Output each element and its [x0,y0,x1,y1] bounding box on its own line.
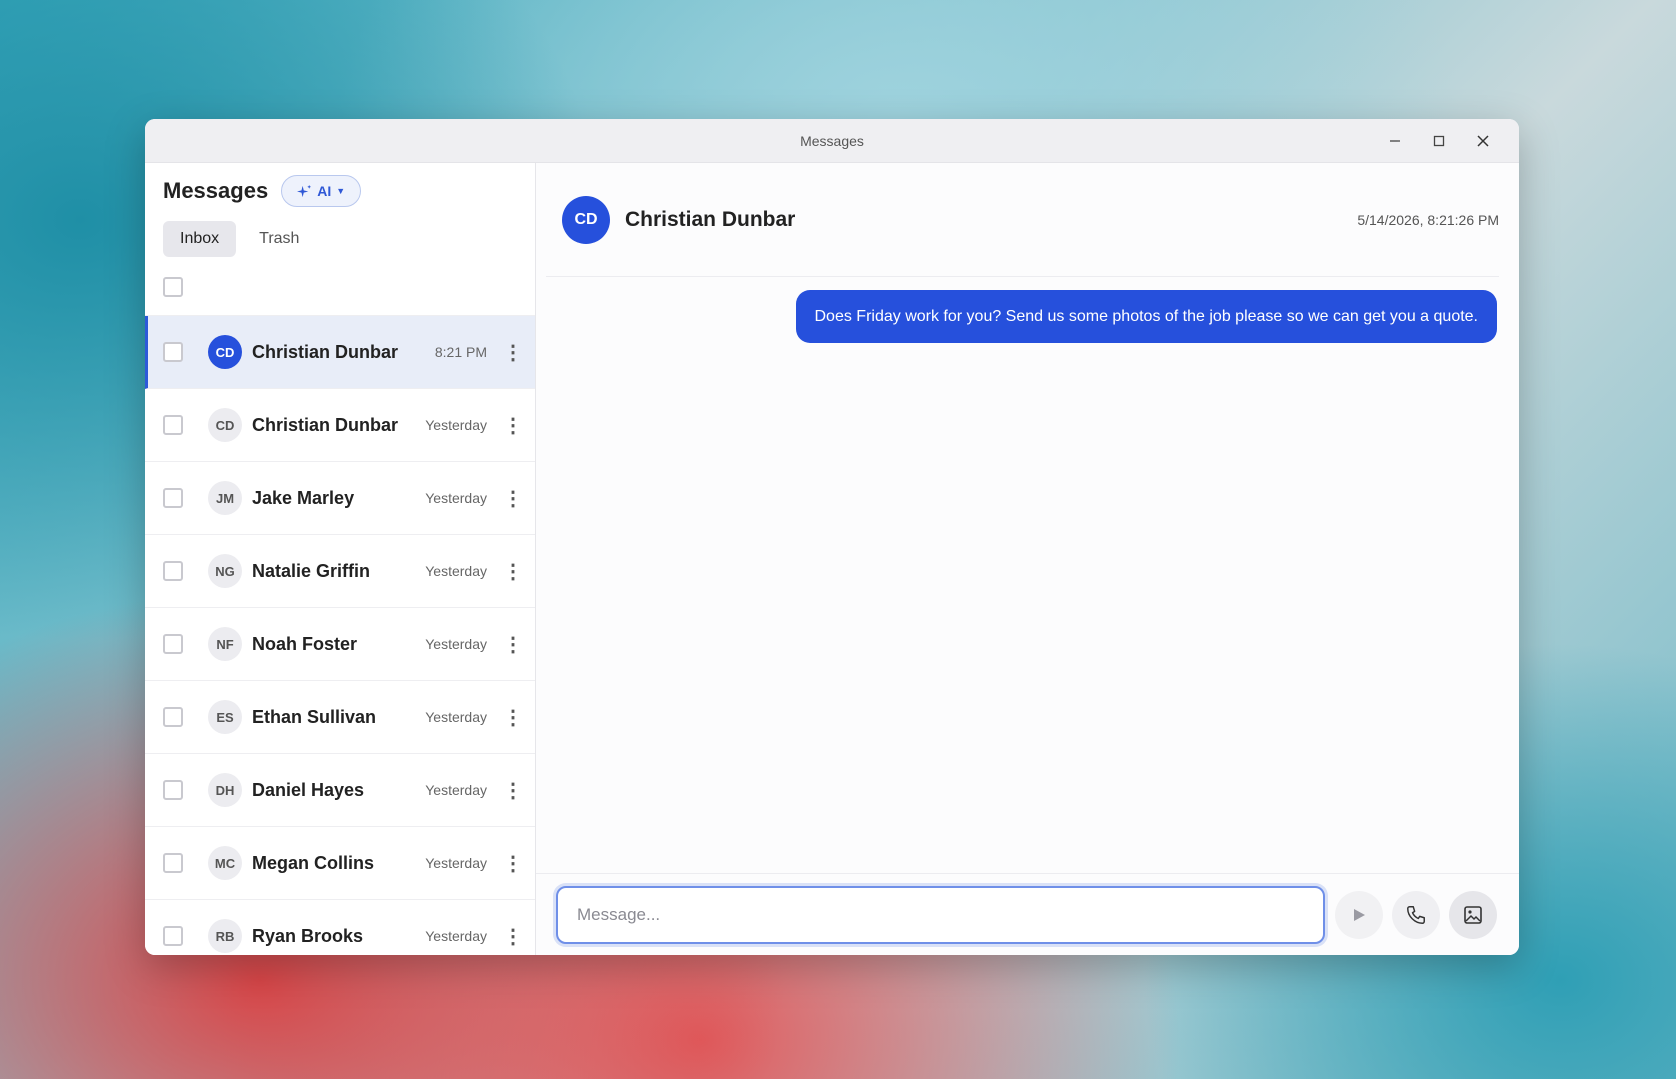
chat-panel: CD Christian Dunbar 5/14/2026, 8:21:26 P… [536,163,1519,955]
conversation-time: Yesterday [425,563,487,579]
conversation-time: 8:21 PM [434,344,487,360]
conversation-checkbox[interactable] [163,342,183,362]
conversation-name: Natalie Griffin [252,560,371,581]
conversation-item[interactable]: JM Jake Marley Yesterday ⋮ [145,462,535,535]
avatar: RB [208,919,242,953]
conversation-time: Yesterday [425,709,487,725]
conversation-item[interactable]: NF Noah Foster Yesterday ⋮ [145,608,535,681]
more-options-icon[interactable]: ⋮ [501,851,525,875]
more-options-icon[interactable]: ⋮ [501,705,525,729]
conversation-name: Jake Marley [252,487,355,508]
close-button[interactable] [1461,119,1505,163]
contact-avatar: CD [562,195,610,244]
conversation-checkbox[interactable] [163,634,183,654]
select-all-checkbox[interactable] [163,277,183,297]
conversation-time: Yesterday [425,855,487,871]
send-icon [1354,908,1365,921]
conversation-item[interactable]: CD Christian Dunbar Yesterday ⋮ [145,389,535,462]
image-icon [1464,905,1482,924]
conversation-checkbox[interactable] [163,780,183,800]
conversation-time: Yesterday [425,417,487,433]
message-datetime: 5/14/2026, 8:21:26 PM [1357,211,1499,228]
conversation-time: Yesterday [425,636,487,652]
avatar: ES [208,700,242,734]
conversation-item[interactable]: CD Christian Dunbar 8:21 PM ⋮ [145,316,535,389]
conversation-name: Ethan Sullivan [252,706,377,727]
avatar: CD [208,335,242,369]
conversation-name: Daniel Hayes [252,779,365,800]
more-options-icon[interactable]: ⋮ [501,559,525,583]
conversation-name: Christian Dunbar [252,414,399,435]
window-controls [1373,119,1505,163]
minimize-icon [1390,140,1400,142]
conversation-name: Ryan Brooks [252,925,364,946]
attach-image-button[interactable] [1449,890,1497,939]
contact-name: Christian Dunbar [625,207,796,231]
avatar: JM [208,481,242,515]
conversation-item[interactable]: RB Ryan Brooks Yesterday ⋮ [145,900,535,955]
call-button[interactable] [1392,890,1440,939]
tab-trash[interactable]: Trash [242,221,316,257]
more-options-icon[interactable]: ⋮ [501,340,525,364]
avatar: CD [208,408,242,442]
sparkle-icon [297,184,312,197]
mailbox-tabs: Inbox Trash [145,219,535,259]
conversation-item[interactable]: MC Megan Collins Yesterday ⋮ [145,827,535,900]
sidebar-title: Messages [163,178,269,203]
more-options-icon[interactable]: ⋮ [501,924,525,948]
title-bar: Messages [145,119,1519,163]
conversation-sidebar: Messages AI ▼ Inbox Trash CD Christian D… [145,163,536,955]
phone-icon [1407,905,1425,924]
conversation-checkbox[interactable] [163,488,183,508]
ai-dropdown-button[interactable]: AI ▼ [281,175,362,207]
message-composer [536,873,1519,955]
conversation-checkbox[interactable] [163,561,183,581]
conversation-item[interactable]: NG Natalie Griffin Yesterday ⋮ [145,535,535,608]
conversation-checkbox[interactable] [163,415,183,435]
conversation-time: Yesterday [425,928,487,944]
avatar: NG [208,554,242,588]
conversation-name: Christian Dunbar [252,341,399,362]
send-button[interactable] [1335,890,1383,939]
avatar: DH [208,773,242,807]
close-icon [1477,135,1489,147]
message-input[interactable] [556,885,1325,944]
message-thread: Does Friday work for you? Send us some p… [536,290,1497,343]
select-all-row [145,259,535,315]
more-options-icon[interactable]: ⋮ [501,486,525,510]
conversation-item[interactable]: ES Ethan Sullivan Yesterday ⋮ [145,681,535,754]
conversation-checkbox[interactable] [163,853,183,873]
avatar: NF [208,627,242,661]
conversation-item[interactable]: DH Daniel Hayes Yesterday ⋮ [145,754,535,827]
ai-label: AI [317,183,332,199]
more-options-icon[interactable]: ⋮ [501,413,525,437]
maximize-button[interactable] [1417,119,1461,163]
conversation-checkbox[interactable] [163,707,183,727]
chat-header: CD Christian Dunbar 5/14/2026, 8:21:26 P… [546,163,1499,277]
conversation-name: Noah Foster [252,633,358,654]
conversation-time: Yesterday [425,782,487,798]
tab-inbox[interactable]: Inbox [163,221,237,257]
outgoing-message-bubble: Does Friday work for you? Send us some p… [795,290,1497,343]
window-title: Messages [800,132,864,149]
avatar: MC [208,846,242,880]
more-options-icon[interactable]: ⋮ [501,632,525,656]
conversation-name: Megan Collins [252,852,375,873]
chevron-down-icon: ▼ [336,186,346,196]
sidebar-header: Messages AI ▼ [145,163,535,219]
messages-window: Messages Messages AI ▼ Inbox Trash CD Ch… [145,119,1519,955]
more-options-icon[interactable]: ⋮ [501,778,525,802]
maximize-icon [1433,135,1445,147]
conversation-checkbox[interactable] [163,926,183,946]
conversation-list: CD Christian Dunbar 8:21 PM ⋮ CD Christi… [145,315,535,955]
minimize-button[interactable] [1373,119,1417,163]
conversation-time: Yesterday [425,490,487,506]
